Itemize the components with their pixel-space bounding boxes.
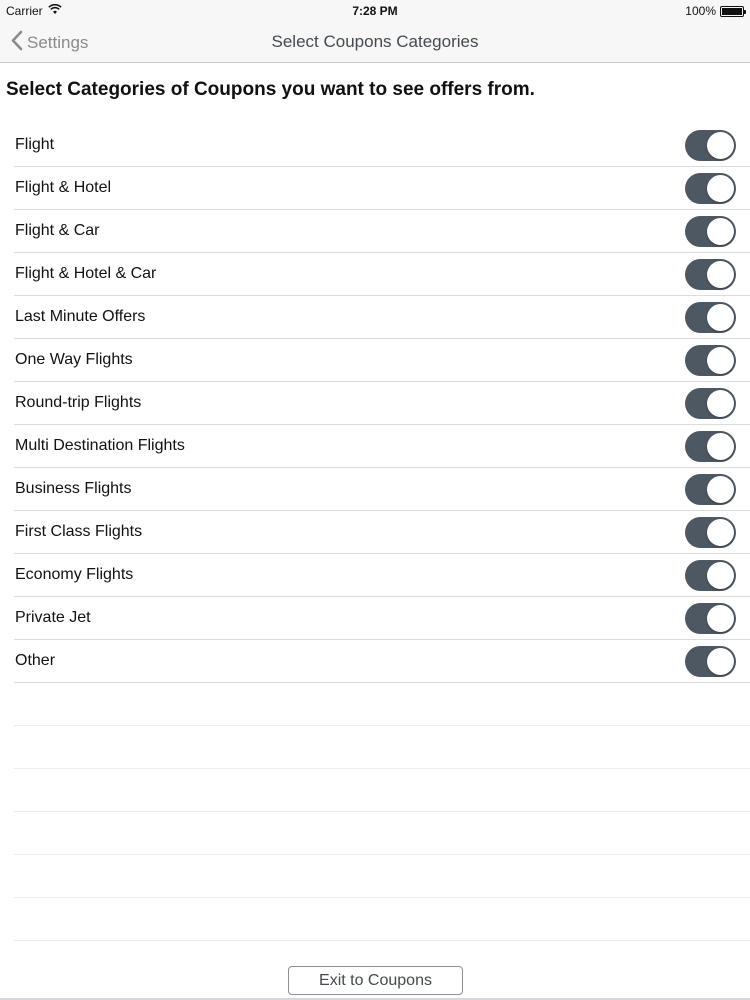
category-label: Round-trip Flights [15,394,142,411]
nav-title: Select Coupons Categories [271,32,479,51]
toggle-knob [707,519,734,546]
category-row: Round-trip Flights [14,382,750,425]
toggle-knob [707,390,734,417]
category-toggle[interactable] [685,603,736,634]
category-label: Business Flights [15,480,132,497]
category-row: Other [14,640,750,683]
battery-fill [722,7,742,15]
category-label: Flight & Car [15,222,100,239]
category-toggle[interactable] [685,302,736,333]
toggle-knob [707,132,734,159]
category-label: Flight [15,136,55,153]
category-toggle[interactable] [685,216,736,247]
exit-to-coupons-button[interactable]: Exit to Coupons [288,966,463,995]
category-toggle[interactable] [685,259,736,290]
category-toggle[interactable] [685,517,736,548]
category-label: Multi Destination Flights [15,437,185,454]
toggle-knob [707,304,734,331]
category-label: Private Jet [15,609,91,626]
toggle-knob [707,562,734,589]
empty-row [14,726,750,769]
empty-row [14,898,750,941]
category-row: Last Minute Offers [14,296,750,339]
empty-row [14,855,750,898]
category-row: One Way Flights [14,339,750,382]
category-row: Multi Destination Flights [14,425,750,468]
screen: Carrier 7:28 PM 100% Settings Select Cou… [0,0,750,1000]
category-toggle[interactable] [685,130,736,161]
category-list: Flight Flight & Hotel Flight & Car Flight &… [0,124,750,941]
toggle-knob [707,261,734,288]
category-row: Business Flights [14,468,750,511]
page-heading: Select Categories of Coupons you want to… [6,79,535,100]
category-row: Flight [14,124,750,167]
category-row: First Class Flights [14,511,750,554]
status-time: 7:28 PM [352,4,398,18]
toggle-knob [707,648,734,675]
category-label: Flight & Hotel [15,179,112,196]
battery-icon [720,5,746,17]
category-row: Flight & Car [14,210,750,253]
empty-row [14,769,750,812]
toggle-knob [707,476,734,503]
category-toggle[interactable] [685,431,736,462]
toggle-knob [707,433,734,460]
battery-percent: 100% [685,4,716,18]
category-label: First Class Flights [15,523,143,540]
category-label: Other [15,652,56,669]
category-toggle[interactable] [685,560,736,591]
category-toggle[interactable] [685,345,736,376]
status-right: 100% [685,4,746,18]
category-label: Last Minute Offers [15,308,146,325]
category-label: Economy Flights [15,566,134,583]
category-toggle[interactable] [685,388,736,419]
navigation-bar: Settings Select Coupons Categories [0,22,750,63]
status-bar: Carrier 7:28 PM 100% [0,0,750,22]
category-row: Flight & Hotel [14,167,750,210]
category-row: Private Jet [14,597,750,640]
toggle-knob [707,175,734,202]
category-toggle[interactable] [685,646,736,677]
category-label: Flight & Hotel & Car [15,265,157,282]
empty-row [14,683,750,726]
toggle-knob [707,218,734,245]
category-label: One Way Flights [15,351,133,368]
category-row: Economy Flights [14,554,750,597]
category-row: Flight & Hotel & Car [14,253,750,296]
empty-row [14,812,750,855]
category-toggle[interactable] [685,173,736,204]
category-toggle[interactable] [685,474,736,505]
toggle-knob [707,347,734,374]
toggle-knob [707,605,734,632]
